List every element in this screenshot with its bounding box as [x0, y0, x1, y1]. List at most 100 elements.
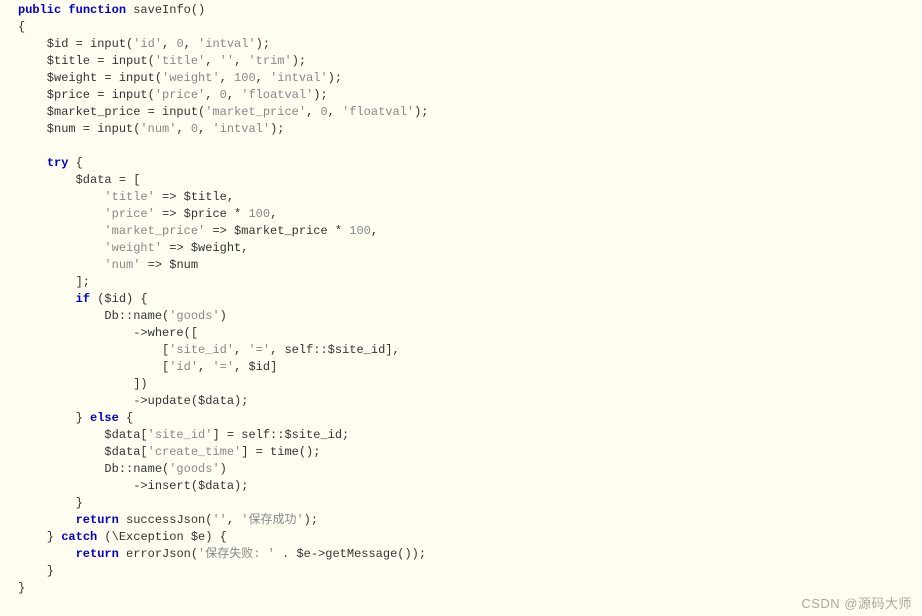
txt: Db::name(: [18, 462, 169, 476]
txt: $market_price = input(: [18, 105, 205, 119]
txt: );: [328, 71, 342, 85]
txt: $data[: [18, 445, 148, 459]
txt: ,: [176, 122, 190, 136]
str: 'num': [140, 122, 176, 136]
code-block: public function saveInfo() { $id = input…: [0, 0, 922, 597]
txt: ): [220, 462, 227, 476]
txt: ,: [306, 105, 320, 119]
str: 'weight': [104, 241, 162, 255]
txt: $num = input(: [18, 122, 140, 136]
txt: . $e->getMessage());: [275, 547, 426, 561]
txt: [18, 207, 104, 221]
txt: $data[: [18, 428, 148, 442]
txt: ]): [18, 377, 148, 391]
kw-else: else: [90, 411, 119, 425]
txt: [18, 241, 104, 255]
str: 'goods': [169, 309, 219, 323]
str: 'price': [155, 88, 205, 102]
txt: ,: [162, 37, 176, 51]
str: 'id': [169, 360, 198, 374]
str: 'intval': [270, 71, 328, 85]
num: 0: [176, 37, 183, 51]
kw-return: return: [76, 513, 119, 527]
txt: );: [256, 37, 270, 51]
txt: ];: [18, 275, 90, 289]
txt: }: [18, 581, 25, 595]
kw-function: function: [68, 3, 126, 17]
fn-name: saveInfo(): [126, 3, 205, 17]
txt: }: [18, 530, 61, 544]
str: '': [212, 513, 226, 527]
txt: $id = input(: [18, 37, 133, 51]
str: '=': [248, 343, 270, 357]
txt: [18, 224, 104, 238]
txt: $weight = input(: [18, 71, 162, 85]
txt: => $price *: [155, 207, 249, 221]
txt: $title = input(: [18, 54, 155, 68]
txt: }: [18, 496, 83, 510]
txt: => $title,: [155, 190, 234, 204]
kw-return: return: [76, 547, 119, 561]
num: 100: [349, 224, 371, 238]
kw-catch: catch: [61, 530, 97, 544]
str: 'market_price': [205, 105, 306, 119]
txt: ->insert($data);: [18, 479, 248, 493]
txt: , $id]: [234, 360, 277, 374]
txt: );: [414, 105, 428, 119]
txt: [: [18, 343, 169, 357]
kw-try: try: [47, 156, 69, 170]
str: 'title': [104, 190, 154, 204]
txt: ,: [371, 224, 378, 238]
txt: }: [18, 411, 90, 425]
str: '=': [212, 360, 234, 374]
txt: ] = self::$site_id;: [212, 428, 349, 442]
txt: (\Exception $e) {: [97, 530, 227, 544]
txt: ,: [205, 88, 219, 102]
txt: {: [68, 156, 82, 170]
brace: {: [18, 20, 25, 34]
txt: => $market_price *: [205, 224, 349, 238]
txt: successJson(: [119, 513, 213, 527]
kw-public: public: [18, 3, 61, 17]
str: 'intval': [198, 37, 256, 51]
str: 'title': [155, 54, 205, 68]
txt: [18, 190, 104, 204]
num: 0: [220, 88, 227, 102]
txt: [18, 547, 76, 561]
str: 'trim': [248, 54, 291, 68]
txt: ,: [270, 207, 277, 221]
txt: [18, 513, 76, 527]
num: 0: [191, 122, 198, 136]
str: 'goods': [169, 462, 219, 476]
txt: ,: [328, 105, 342, 119]
kw-if: if: [76, 292, 90, 306]
str: 'floatval': [241, 88, 313, 102]
str: 'intval': [212, 122, 270, 136]
str: 'weight': [162, 71, 220, 85]
str: 'floatval': [342, 105, 414, 119]
num: 0: [320, 105, 327, 119]
txt: );: [313, 88, 327, 102]
txt: Db::name(: [18, 309, 169, 323]
txt: ->where([: [18, 326, 198, 340]
txt: $data = [: [18, 173, 140, 187]
str: 'site_id': [148, 428, 213, 442]
txt: , self::$site_id],: [270, 343, 400, 357]
txt: => $weight,: [162, 241, 248, 255]
txt: [: [18, 360, 169, 374]
txt: ,: [234, 343, 248, 357]
txt: ($id) {: [90, 292, 148, 306]
txt: ->update($data);: [18, 394, 248, 408]
txt: ,: [205, 54, 219, 68]
txt: [18, 156, 47, 170]
txt: ] = time();: [241, 445, 320, 459]
str: 'num': [104, 258, 140, 272]
txt: );: [270, 122, 284, 136]
num: 100: [248, 207, 270, 221]
txt: }: [18, 564, 54, 578]
str: 'id': [133, 37, 162, 51]
str: 'create_time': [148, 445, 242, 459]
str: 'market_price': [104, 224, 205, 238]
txt: {: [119, 411, 133, 425]
txt: [18, 292, 76, 306]
